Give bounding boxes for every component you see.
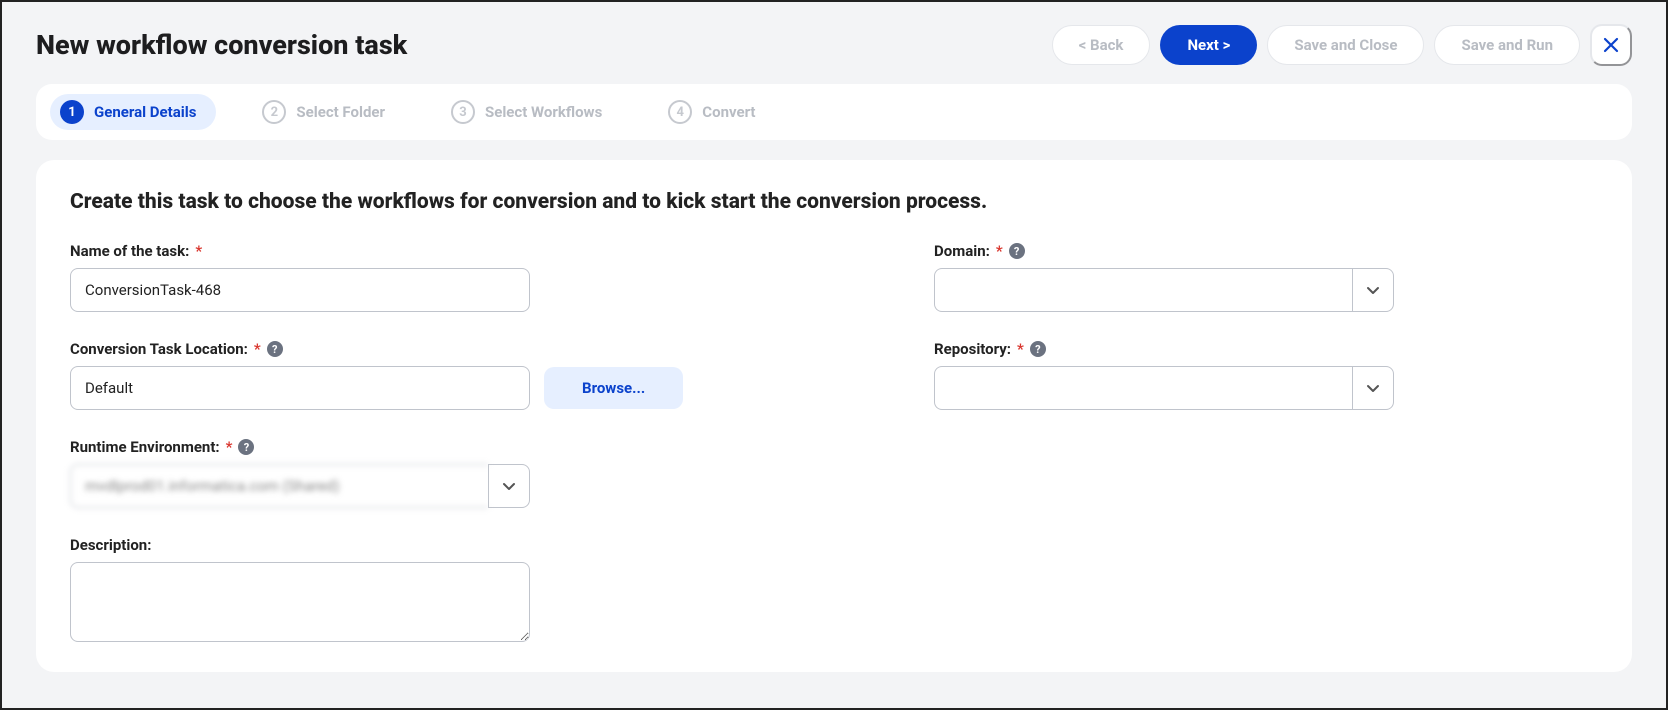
dialog-header: New workflow conversion task < Back Next… <box>2 2 1666 78</box>
step-select-workflows[interactable]: 3 Select Workflows <box>441 94 622 130</box>
required-marker: * <box>1017 340 1024 358</box>
save-and-run-button[interactable]: Save and Run <box>1434 25 1580 65</box>
help-icon[interactable]: ? <box>1030 341 1046 357</box>
back-button[interactable]: < Back <box>1052 25 1151 65</box>
select-value <box>934 268 1352 312</box>
description-textarea[interactable] <box>70 562 530 642</box>
wizard-stepper: 1 General Details 2 Select Folder 3 Sele… <box>36 84 1632 140</box>
field-label-row: Domain: * ? <box>934 242 1598 260</box>
field-runtime-env: Runtime Environment: * ? mvdlprod01.info… <box>70 438 734 508</box>
chevron-down-icon <box>488 464 530 508</box>
help-icon[interactable]: ? <box>238 439 254 455</box>
step-label: Select Folder <box>296 103 385 121</box>
field-label-row: Description: <box>70 536 734 554</box>
location-input[interactable] <box>70 366 530 410</box>
help-icon[interactable]: ? <box>267 341 283 357</box>
step-convert[interactable]: 4 Convert <box>658 94 775 130</box>
field-label: Runtime Environment: <box>70 438 220 456</box>
field-label: Repository: <box>934 340 1011 358</box>
field-description: Description: <box>70 536 734 642</box>
form-panel: Create this task to choose the workflows… <box>36 160 1632 672</box>
step-number: 2 <box>262 100 286 124</box>
step-number: 3 <box>451 100 475 124</box>
field-label-row: Runtime Environment: * ? <box>70 438 734 456</box>
step-number: 4 <box>668 100 692 124</box>
field-repository: Repository: * ? <box>934 340 1598 410</box>
field-label: Conversion Task Location: <box>70 340 248 358</box>
step-label: General Details <box>94 103 196 121</box>
select-value: mvdlprod01.informatica.com (Shared) <box>70 464 488 508</box>
field-label-row: Name of the task: * <box>70 242 734 260</box>
close-button[interactable] <box>1590 24 1632 66</box>
field-label-row: Repository: * ? <box>934 340 1598 358</box>
required-marker: * <box>254 340 261 358</box>
panel-heading: Create this task to choose the workflows… <box>70 190 1598 214</box>
required-marker: * <box>226 438 233 456</box>
chevron-down-icon <box>1352 366 1394 410</box>
step-label: Select Workflows <box>485 103 602 121</box>
help-icon[interactable]: ? <box>1009 243 1025 259</box>
field-domain: Domain: * ? <box>934 242 1598 312</box>
select-value <box>934 366 1352 410</box>
chevron-down-icon <box>1352 268 1394 312</box>
required-marker: * <box>195 242 202 260</box>
field-label: Name of the task: <box>70 242 189 260</box>
step-select-folder[interactable]: 2 Select Folder <box>252 94 405 130</box>
spacer <box>934 438 1598 508</box>
close-icon <box>1602 36 1620 54</box>
field-location: Conversion Task Location: * ? Browse... <box>70 340 734 410</box>
field-label: Domain: <box>934 242 990 260</box>
browse-button[interactable]: Browse... <box>544 367 683 409</box>
field-name: Name of the task: * <box>70 242 734 312</box>
page-title: New workflow conversion task <box>36 29 1042 61</box>
step-label: Convert <box>702 103 755 121</box>
save-and-close-button[interactable]: Save and Close <box>1267 25 1424 65</box>
runtime-select[interactable]: mvdlprod01.informatica.com (Shared) <box>70 464 530 508</box>
step-number: 1 <box>60 100 84 124</box>
step-general-details[interactable]: 1 General Details <box>50 94 216 130</box>
dialog-window: New workflow conversion task < Back Next… <box>0 0 1668 710</box>
field-label: Description: <box>70 536 151 554</box>
repository-select[interactable] <box>934 366 1394 410</box>
location-row: Browse... <box>70 366 734 410</box>
form-grid: Name of the task: * Domain: * ? <box>70 242 1598 642</box>
required-marker: * <box>996 242 1003 260</box>
field-label-row: Conversion Task Location: * ? <box>70 340 734 358</box>
name-input[interactable] <box>70 268 530 312</box>
next-button[interactable]: Next > <box>1160 25 1257 65</box>
domain-select[interactable] <box>934 268 1394 312</box>
